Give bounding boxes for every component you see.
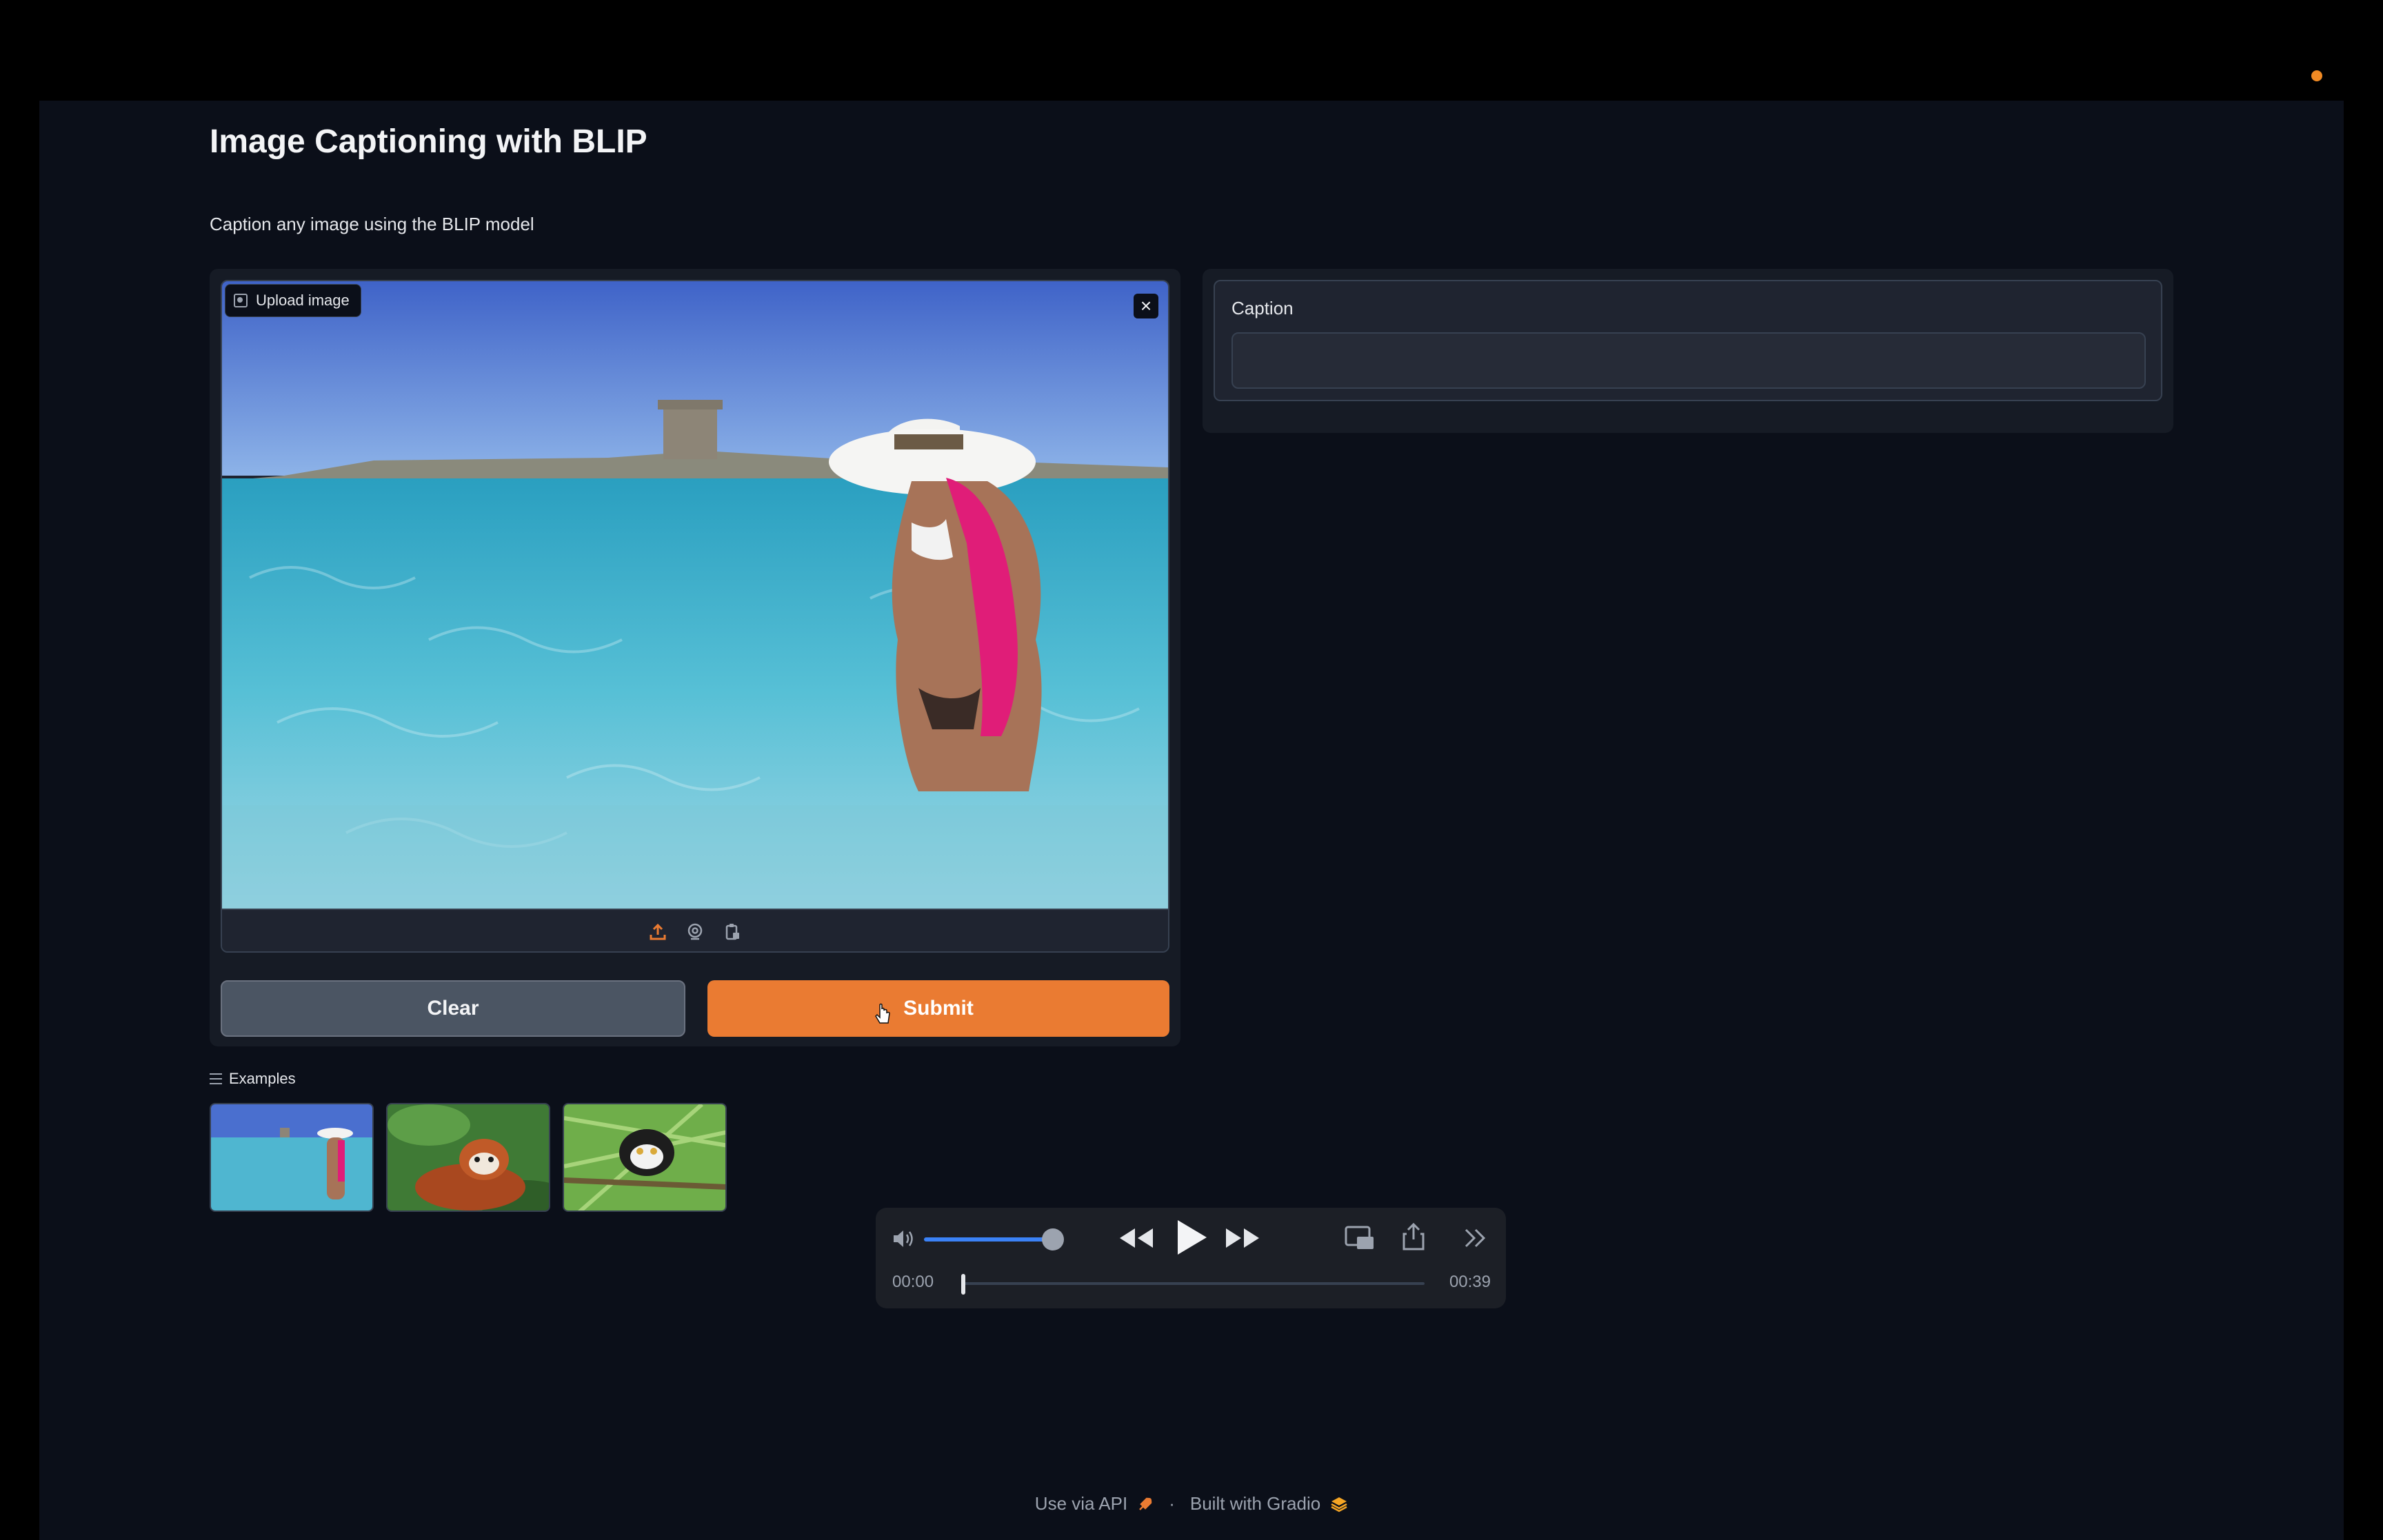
volume-slider-handle[interactable] xyxy=(1042,1228,1064,1250)
beach-photo-illustration xyxy=(222,281,1168,909)
remove-image-button[interactable]: × xyxy=(1134,294,1158,318)
examples-gallery xyxy=(210,1103,727,1212)
progress-scrubber-handle[interactable] xyxy=(961,1274,965,1295)
mouse-cursor-icon xyxy=(875,1003,890,1024)
share-icon[interactable] xyxy=(1401,1222,1426,1252)
page-title: Image Captioning with BLIP xyxy=(210,123,647,160)
beach-woman-thumbnail xyxy=(211,1104,372,1210)
rocket-icon xyxy=(1139,1497,1152,1510)
progress-scrubber[interactable] xyxy=(963,1282,1425,1285)
volume-icon[interactable] xyxy=(892,1228,917,1249)
example-red-panda[interactable] xyxy=(386,1103,550,1212)
list-icon xyxy=(210,1073,222,1084)
output-panel: Caption xyxy=(1203,269,2173,433)
built-with-gradio-link[interactable]: Built with Gradio xyxy=(1190,1493,1320,1514)
clipboard-icon[interactable] xyxy=(721,921,743,943)
lemur-thumbnail xyxy=(564,1104,725,1210)
examples-label: Examples xyxy=(229,1070,296,1087)
fast-forward-icon[interactable] xyxy=(1225,1224,1260,1252)
caption-output: Caption xyxy=(1214,280,2162,401)
upload-image-text: Upload image xyxy=(256,292,350,309)
caption-textbox[interactable] xyxy=(1231,332,2146,389)
page-description: Caption any image using the BLIP model xyxy=(210,214,534,234)
examples-header: Examples xyxy=(210,1070,296,1088)
image-input[interactable]: Upload image × xyxy=(221,280,1169,953)
rewind-icon[interactable] xyxy=(1118,1224,1154,1252)
footer-separator: · xyxy=(1169,1493,1175,1514)
upload-icon[interactable] xyxy=(647,921,669,943)
uploaded-image xyxy=(222,281,1168,909)
action-buttons: Clear Submit xyxy=(221,980,1169,1037)
webcam-icon[interactable] xyxy=(684,921,706,943)
red-panda-thumbnail xyxy=(388,1104,549,1210)
current-time: 00:00 xyxy=(892,1273,934,1291)
example-beach-woman[interactable] xyxy=(210,1103,374,1212)
total-time: 00:39 xyxy=(1449,1273,1491,1291)
use-via-api-link[interactable]: Use via API xyxy=(1035,1493,1127,1514)
input-panel: Upload image × Clear Submit xyxy=(210,269,1180,1046)
play-icon[interactable] xyxy=(1174,1217,1209,1257)
chevron-right-icon[interactable] xyxy=(1463,1224,1488,1252)
picture-in-picture-icon[interactable] xyxy=(1345,1224,1375,1252)
media-player: 00:00 00:39 xyxy=(876,1208,1506,1308)
submit-button[interactable]: Submit xyxy=(707,980,1169,1037)
gradio-logo-icon xyxy=(1331,1497,1347,1512)
image-source-toolbar xyxy=(222,909,1168,951)
caption-label: Caption xyxy=(1231,298,1294,318)
example-lemur[interactable] xyxy=(563,1103,727,1212)
upload-image-label: Upload image xyxy=(225,284,361,317)
image-icon xyxy=(234,294,248,307)
footer: Use via API · Built with Gradio xyxy=(0,1493,2383,1514)
status-indicator-dot xyxy=(2311,70,2322,81)
clear-button[interactable]: Clear xyxy=(221,980,685,1037)
volume-slider-track[interactable] xyxy=(924,1237,1053,1242)
